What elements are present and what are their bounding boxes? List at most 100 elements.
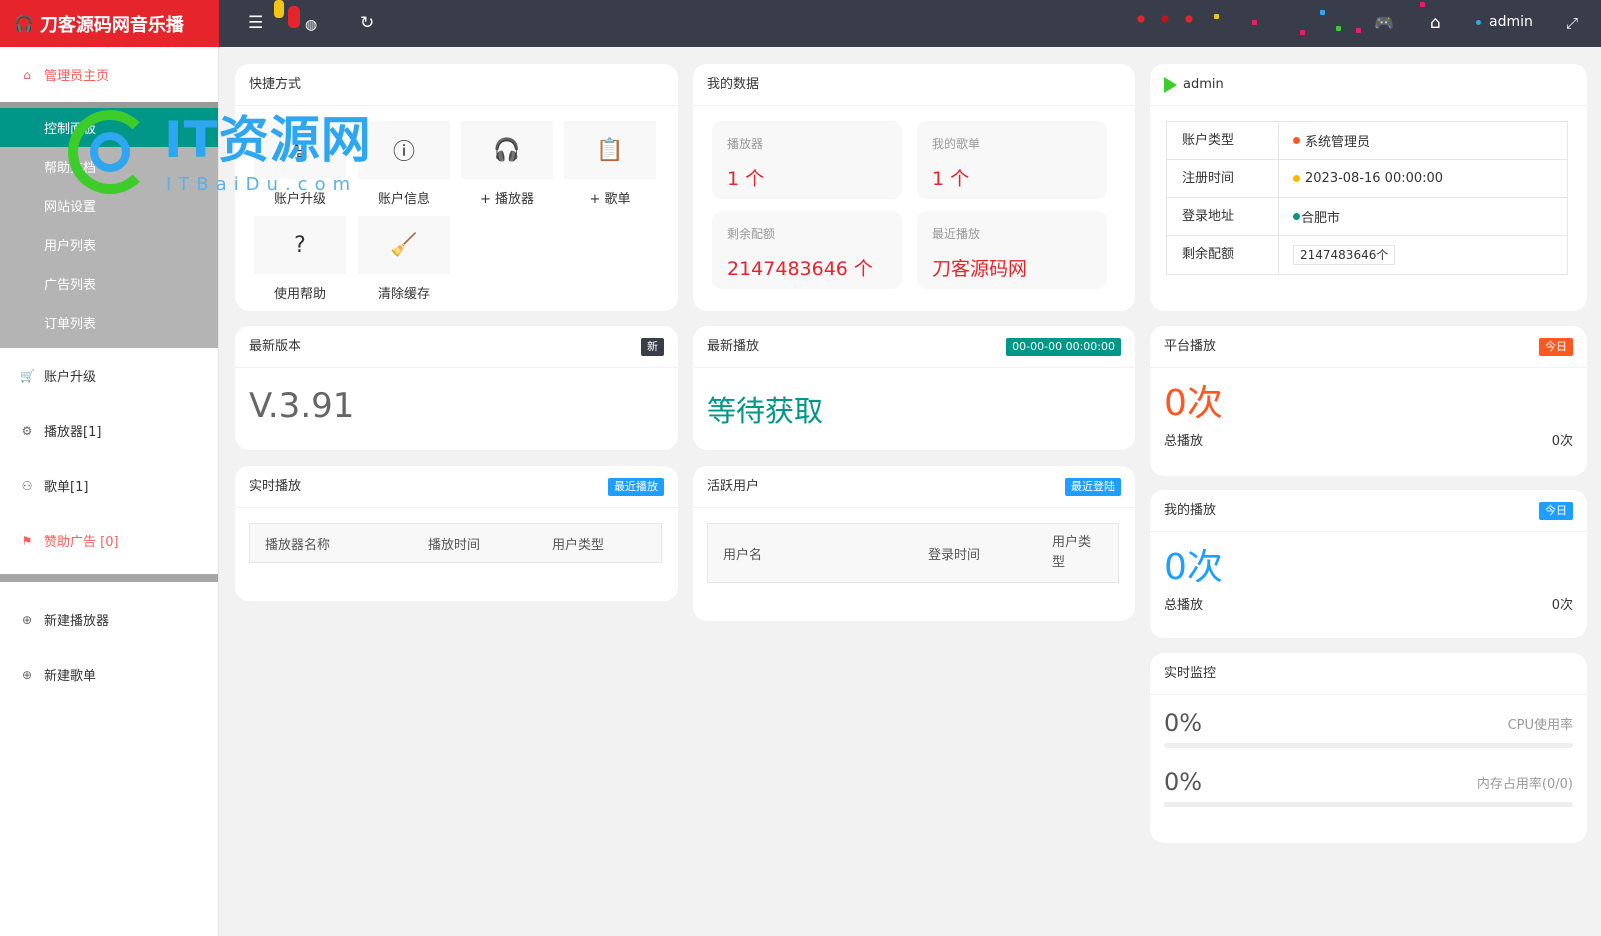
total-label: 总播放 xyxy=(1164,598,1204,613)
user-menu[interactable]: admin xyxy=(1476,14,1533,30)
tile-value: 刀客源码网 xyxy=(932,258,1028,280)
table-header-row: 用户名 登录时间 用户类型 xyxy=(707,523,1119,583)
lantern-decoration xyxy=(288,6,300,28)
data-tile-recent[interactable]: 最近播放 刀客源码网 xyxy=(917,211,1107,289)
column-header: 登录时间 xyxy=(928,547,981,563)
status-dot xyxy=(1476,19,1481,25)
shortcut-add-playlist[interactable]: 📋 + 歌单 xyxy=(564,121,656,207)
info-icon: ⓘ xyxy=(358,121,450,179)
shortcuts-card: 快捷方式 ⇪ 账户升级 ⓘ 账户信息 🎧 + 播放器 📋 + 歌单 ? 使用帮助… xyxy=(235,64,678,311)
realtime-play-card: 实时播放 最近播放 播放器名称 播放时间 用户类型 xyxy=(235,466,678,601)
confetti-decoration xyxy=(1320,10,1325,15)
sidebar-item-label: 歌单[1] xyxy=(44,480,89,495)
headphones-icon: 🎧 xyxy=(461,121,553,179)
sidebar-item-sponsor-ads[interactable]: ⚑ 赞助广告 [0] xyxy=(0,513,218,568)
table-row: 登录地址 合肥市 xyxy=(1167,197,1567,236)
card-header: 活跃用户 最近登陆 xyxy=(693,466,1135,508)
sidebar-item-players[interactable]: ⚙ 播放器[1] xyxy=(0,403,218,458)
home-icon: ⌂ xyxy=(23,67,31,82)
globe-icon[interactable]: ◍ xyxy=(305,14,317,36)
shortcut-label: 使用帮助 xyxy=(273,287,326,302)
sidebar-item-home[interactable]: ⌂ 管理员主页 xyxy=(0,47,218,102)
table-header-row: 播放器名称 播放时间 用户类型 xyxy=(249,523,662,563)
menu-toggle-icon[interactable]: ☰ xyxy=(248,12,263,34)
app-title: 刀客源码网音乐播 xyxy=(39,14,184,36)
sidebar-item-label: 赞助广告 [0] xyxy=(44,535,119,550)
confetti-decoration xyxy=(1252,20,1257,25)
row-value-wrap: 系统管理员 xyxy=(1279,131,1370,150)
user-icon: ⚇ xyxy=(21,478,33,493)
sidebar-subitem-help[interactable]: 帮助文档 xyxy=(0,147,218,186)
table-row: 注册时间 2023-08-16 00:00:00 xyxy=(1167,159,1567,198)
monitor-card: 实时监控 0% CPU使用率 0% 内存占用率(0/0) xyxy=(1150,653,1587,843)
row-value: 系统管理员 xyxy=(1305,135,1371,150)
recent-badge: 最近播放 xyxy=(608,478,664,496)
sidebar-item-label: 新建歌单 xyxy=(44,669,97,684)
tile-label: 播放器 xyxy=(727,137,764,151)
sidebar: ⌂ 管理员主页 控制面板 帮助文档 网站设置 用户列表 广告列表 订单列表 🛒 … xyxy=(0,47,219,936)
refresh-icon[interactable]: ↻ xyxy=(360,12,374,34)
cpu-row: 0% CPU使用率 xyxy=(1150,695,1587,743)
confetti-decoration xyxy=(1300,30,1305,35)
today-badge: 今日 xyxy=(1539,502,1573,520)
sidebar-item-new-player[interactable]: ⊕ 新建播放器 xyxy=(0,592,218,647)
top-bar: 🎧 刀客源码网音乐播 ☰ ◍ ↻ 🎮 ⌂ admin ⤢ xyxy=(0,0,1601,47)
tile-label: 最近播放 xyxy=(932,227,981,241)
app-brand[interactable]: 🎧 刀客源码网音乐播 xyxy=(0,0,219,47)
data-tile-quota[interactable]: 剩余配额 2147483646 个 xyxy=(712,211,902,289)
column-header: 播放器名称 xyxy=(265,537,331,553)
gamepad-icon[interactable]: 🎮 xyxy=(1374,12,1394,34)
sidebar-item-upgrade[interactable]: 🛒 账户升级 xyxy=(0,348,218,403)
sidebar-item-new-playlist[interactable]: ⊕ 新建歌单 xyxy=(0,647,218,702)
time-badge: 00-00-00 00:00:00 xyxy=(1006,338,1121,356)
shortcut-clear-cache[interactable]: 🧹 清除缓存 xyxy=(358,216,450,302)
memory-value: 0% xyxy=(1164,768,1203,796)
clipboard-icon: 📋 xyxy=(564,121,656,179)
status-dot xyxy=(1293,213,1300,220)
quota-tag: 2147483646个 xyxy=(1293,245,1396,265)
version-value: V.3.91 xyxy=(249,386,355,426)
sidebar-subitem-dashboard[interactable]: 控制面板 xyxy=(0,108,218,147)
new-badge: 新 xyxy=(641,338,664,356)
card-title: admin xyxy=(1183,77,1224,92)
sidebar-submenu: 控制面板 帮助文档 网站设置 用户列表 广告列表 订单列表 xyxy=(0,102,218,348)
sidebar-item-playlists[interactable]: ⚇ 歌单[1] xyxy=(0,458,218,513)
shortcut-label: 账户升级 xyxy=(273,192,326,207)
card-title: 活跃用户 xyxy=(707,479,760,494)
shortcut-account-info[interactable]: ⓘ 账户信息 xyxy=(358,121,450,207)
card-title: 平台播放 xyxy=(1164,339,1217,354)
my-data-card: 我的数据 播放器 1 个 我的歌单 1 个 剩余配额 2147483646 个 … xyxy=(693,64,1135,311)
row-value-wrap: 合肥市 xyxy=(1279,207,1340,226)
active-users-card: 活跃用户 最近登陆 用户名 登录时间 用户类型 xyxy=(693,466,1135,621)
latest-play-value: 等待获取 xyxy=(707,394,824,428)
firework-decoration xyxy=(1125,8,1205,30)
lantern-decoration xyxy=(274,0,284,18)
data-tile-players[interactable]: 播放器 1 个 xyxy=(712,121,902,199)
shortcut-upgrade[interactable]: ⇪ 账户升级 xyxy=(254,121,346,207)
tag-icon[interactable]: ⌂ xyxy=(1430,12,1441,34)
fullscreen-icon[interactable]: ⤢ xyxy=(1566,12,1578,34)
shortcut-add-player[interactable]: 🎧 + 播放器 xyxy=(461,121,553,207)
platform-play-card: 平台播放 今日 0次 总播放 0次 xyxy=(1150,326,1587,476)
sidebar-subitem-settings[interactable]: 网站设置 xyxy=(0,186,218,225)
recent-login-badge: 最近登陆 xyxy=(1065,478,1121,496)
data-tile-playlists[interactable]: 我的歌单 1 个 xyxy=(917,121,1107,199)
flag-icon: ⚑ xyxy=(21,533,33,548)
sidebar-subitem-orders[interactable]: 订单列表 xyxy=(0,303,218,342)
table-row: 账户类型 系统管理员 xyxy=(1167,121,1567,160)
shortcut-label: 清除缓存 xyxy=(377,287,430,302)
memory-label: 内存占用率(0/0) xyxy=(1476,776,1573,792)
today-badge: 今日 xyxy=(1539,338,1573,356)
confetti-decoration xyxy=(1214,14,1219,19)
sidebar-subitem-users[interactable]: 用户列表 xyxy=(0,225,218,264)
sidebar-item-label: 管理员主页 xyxy=(44,69,110,84)
sidebar-subitem-ads[interactable]: 广告列表 xyxy=(0,264,218,303)
shortcut-help[interactable]: ? 使用帮助 xyxy=(254,216,346,302)
column-header: 用户类型 xyxy=(1052,535,1092,570)
play-logo-icon xyxy=(1164,76,1177,93)
upgrade-icon: ⇪ xyxy=(254,121,346,179)
total-value: 0次 xyxy=(1551,598,1573,613)
my-play-card: 我的播放 今日 0次 总播放 0次 xyxy=(1150,490,1587,638)
status-dot xyxy=(1293,175,1300,182)
card-title: 最新播放 xyxy=(707,339,760,354)
